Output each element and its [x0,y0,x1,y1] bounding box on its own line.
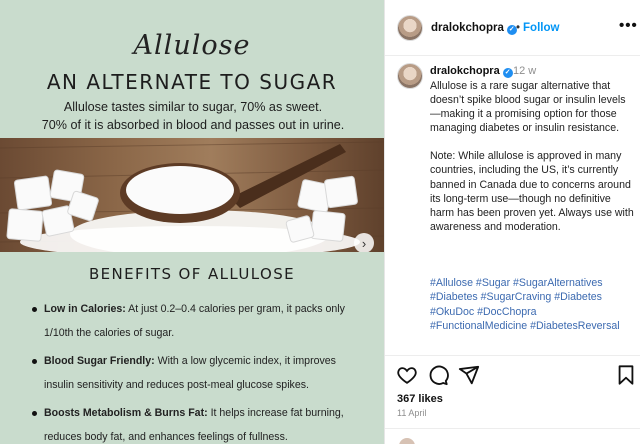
likes-count[interactable]: 367 likes [397,393,443,405]
post-header: dralokchopra ✓ • Follow ••• [385,0,640,56]
caption-username[interactable]: dralokchopra ✓ [430,65,513,78]
post-date: 11 April [397,408,427,418]
divider [385,355,640,356]
caption: dralokchopra ✓ 12 w Allulose is a rare su… [385,56,640,356]
next-image-button[interactable]: › [354,233,374,252]
sugar-photo: › [0,138,384,252]
main-title: AN ALTERNATE TO SUGAR [46,70,338,94]
heart-icon[interactable] [396,364,418,386]
comment-avatar [399,438,415,444]
intro-line-1: Allulose tastes similar to sugar, 70% as… [63,100,323,114]
bookmark-icon[interactable] [615,364,637,386]
post-side-panel: dralokchopra ✓ • Follow ••• dralokchopra ✓ … [384,0,640,444]
more-options-icon[interactable]: ••• [619,17,638,34]
follow-label[interactable]: Follow [523,22,559,34]
avatar[interactable] [397,15,423,41]
caption-paragraph: Allulose is a rare sugar alternative tha… [430,80,626,135]
benefit-item: Low in Calories: At just 0.2–0.4 calorie… [30,297,365,345]
post-image[interactable]: Allulose AN ALTERNATE TO SUGAR Allulose … [0,0,384,444]
benefit-label: Low in Calories: [44,303,126,315]
benefit-label: Blood Sugar Friendly: [44,355,155,367]
caption-avatar[interactable] [397,63,423,89]
caption-note: Note: While allulose is approved in many… [430,150,634,233]
caption-timestamp[interactable]: 12 w [513,65,536,77]
divider [385,428,640,429]
benefits-list: Low in Calories: At just 0.2–0.4 calorie… [30,297,365,444]
sugar-illustration [0,141,384,252]
follow-button[interactable]: • Follow [516,22,559,34]
script-title: Allulose [133,30,251,61]
header-username[interactable]: dralokchopra ✓ [431,22,517,35]
intro-text: Allulose tastes similar to sugar, 70% as… [18,98,368,134]
benefit-item: Boosts Metabolism & Burns Fat: It helps … [30,401,365,444]
benefits-title: BENEFITS OF ALLULOSE [88,265,295,283]
username-text[interactable]: dralokchopra [431,22,504,34]
benefit-item: Blood Sugar Friendly: With a low glycemi… [30,349,365,397]
separator-dot: • [516,22,521,34]
caption-body: Allulose is a rare sugar alternative tha… [430,79,635,248]
comment-icon[interactable] [427,364,449,386]
action-bar [385,364,640,388]
caption-username-text[interactable]: dralokchopra [430,65,500,77]
send-icon[interactable] [458,364,480,386]
verified-badge-icon: ✓ [502,68,513,78]
intro-line-2: 70% of it is absorbed in blood and passe… [41,118,345,132]
benefit-label: Boosts Metabolism & Burns Fat: [44,407,208,419]
hashtags[interactable]: #Allulose #Sugar #SugarAlternatives #Dia… [430,276,635,334]
